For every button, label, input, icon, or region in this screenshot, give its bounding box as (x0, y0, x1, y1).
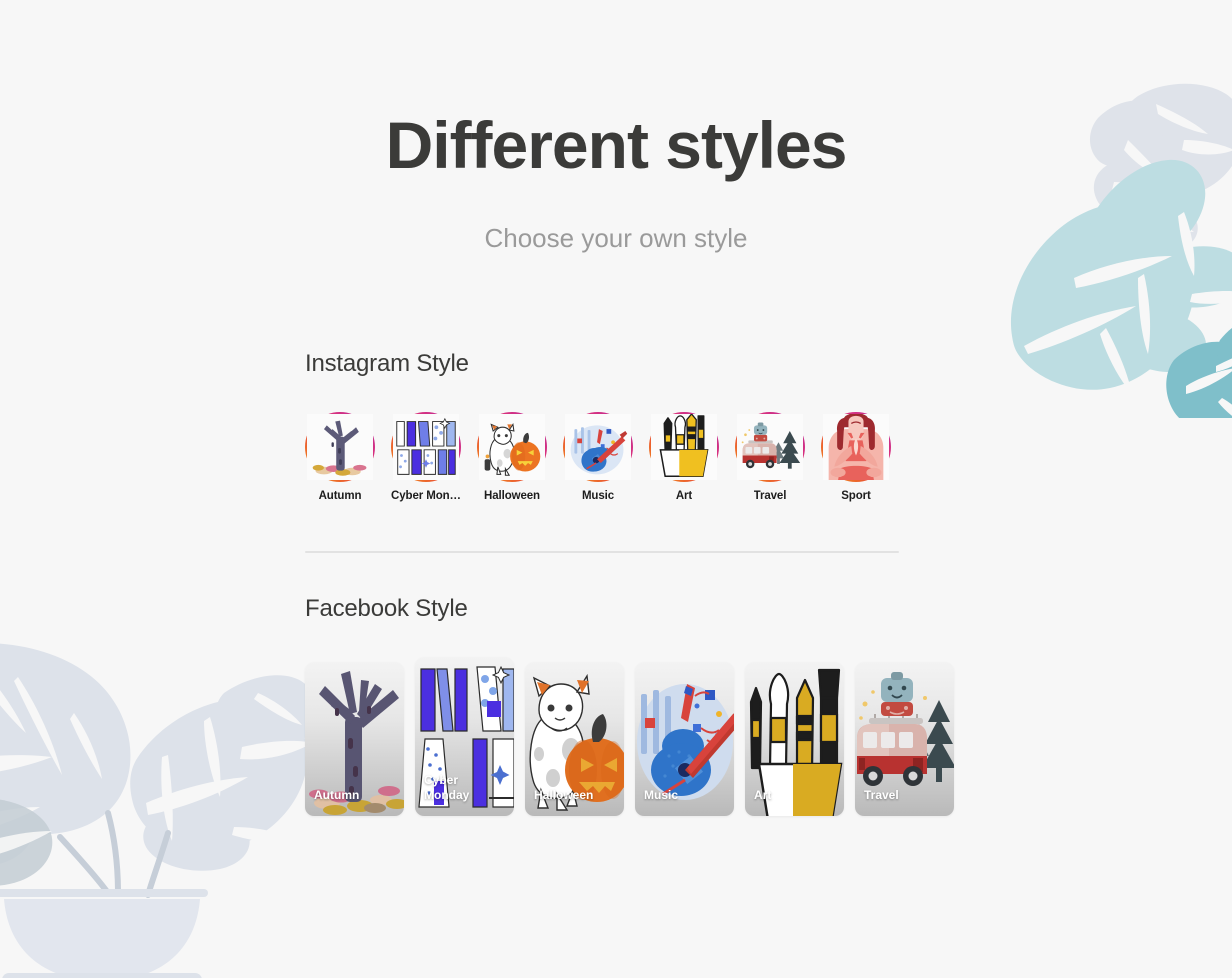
facebook-style-label: Travel (864, 788, 899, 802)
instagram-style-item-cyber-monday[interactable]: Cyber Mon… (391, 412, 461, 502)
instagram-style-label: Sport (841, 490, 871, 502)
instagram-section-title: Instagram Style (305, 350, 469, 377)
halloween-cat-pumpkin-icon (479, 414, 545, 480)
facebook-style-card-music[interactable]: Music (635, 662, 734, 816)
facebook-style-label: Cyber Monday (424, 773, 508, 803)
instagram-style-item-art[interactable]: Art (649, 412, 719, 502)
styles-content: Instagram Style Autumn Cyber Mon… Hallow… (305, 350, 954, 816)
instagram-style-label: Music (581, 490, 615, 502)
art-brushes-icon (651, 414, 717, 480)
instagram-style-item-autumn[interactable]: Autumn (305, 412, 375, 502)
instagram-gradient-ring (477, 412, 547, 482)
facebook-style-label: Autumn (314, 788, 360, 802)
music-guitar-icon (565, 414, 631, 480)
facebook-section-title: Facebook Style (305, 595, 468, 622)
instagram-style-label: Art (675, 490, 693, 502)
instagram-style-item-halloween[interactable]: Halloween (477, 412, 547, 502)
facebook-style-card-autumn[interactable]: Autumn (305, 662, 404, 816)
facebook-style-label: Music (644, 788, 679, 802)
facebook-style-label: Halloween (534, 788, 594, 802)
instagram-style-section: Instagram Style Autumn Cyber Mon… Hallow… (305, 350, 905, 502)
sport-yoga-icon (823, 414, 889, 480)
instagram-style-list: Autumn Cyber Mon… Halloween Music Art Tr… (305, 412, 905, 502)
instagram-gradient-ring (563, 412, 633, 482)
facebook-style-label-line2: Monday (424, 788, 470, 802)
facebook-style-card-halloween[interactable]: Halloween (525, 662, 624, 816)
hero-header: Different styles Choose your own style (0, 0, 1232, 254)
page-title: Different styles (385, 108, 848, 182)
facebook-style-label: Art (754, 788, 772, 802)
travel-van-icon (737, 414, 803, 480)
instagram-style-label: Travel (753, 490, 787, 502)
facebook-style-list: Autumn Cyber Monday Halloween Music Art … (305, 657, 954, 816)
instagram-style-item-sport[interactable]: Sport (821, 412, 891, 502)
instagram-gradient-ring (649, 412, 719, 482)
instagram-gradient-ring (391, 412, 461, 482)
facebook-style-card-cyber-monday[interactable]: Cyber Monday (415, 657, 514, 816)
page-root: Different styles Choose your own style I… (0, 0, 1232, 978)
facebook-style-card-art[interactable]: Art (745, 662, 844, 816)
instagram-style-label: Autumn (318, 490, 362, 502)
autumn-tree-icon (307, 414, 373, 480)
instagram-gradient-ring (735, 412, 805, 482)
facebook-style-label-line1: Cyber (424, 773, 459, 787)
instagram-gradient-ring (305, 412, 375, 482)
section-divider (305, 551, 899, 553)
instagram-style-item-music[interactable]: Music (563, 412, 633, 502)
cyber-monday-letters-icon (393, 414, 459, 480)
facebook-style-card-travel[interactable]: Travel (855, 662, 954, 816)
facebook-style-section: Facebook Style Autumn Cyber Monday Hallo… (305, 595, 954, 816)
instagram-style-label: Cyber Mon… (391, 490, 461, 502)
page-subtitle: Choose your own style (484, 223, 748, 253)
instagram-gradient-ring (821, 412, 891, 482)
instagram-style-label: Halloween (484, 490, 540, 502)
instagram-style-item-travel[interactable]: Travel (735, 412, 805, 502)
